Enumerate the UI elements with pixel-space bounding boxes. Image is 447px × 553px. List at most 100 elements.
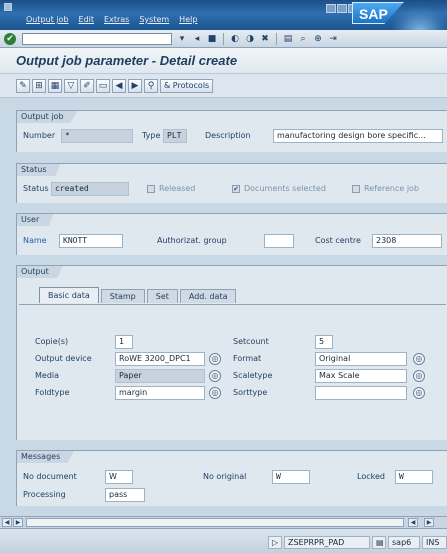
standard-toolbar-icons: ▾ ◂ ■ ◐ ◑ ✖ ▤ ⌕ ⊕ ⇥: [176, 33, 339, 45]
type-label: Type: [142, 131, 161, 140]
menu-bar: Output job Edit Extras System Help: [26, 15, 197, 24]
screen-title-bar: Output job parameter - Detail create: [0, 48, 447, 74]
processing-field[interactable]: pass: [105, 488, 145, 502]
reference-job-label: Reference job: [364, 184, 420, 193]
menu-help[interactable]: Help: [179, 15, 197, 24]
released-checkbox[interactable]: [147, 185, 155, 193]
format-field[interactable]: Original: [315, 352, 407, 366]
filter-icon[interactable]: ▽: [64, 79, 78, 93]
output-device-value-help-icon[interactable]: ◎: [209, 353, 221, 365]
menu-edit[interactable]: Edit: [79, 15, 95, 24]
no-original-label: No original: [203, 472, 247, 481]
system-menu-icon[interactable]: [4, 3, 12, 11]
protocols-button[interactable]: & Protocols: [160, 79, 214, 93]
no-document-label: No document: [23, 472, 77, 481]
released-label: Released: [159, 184, 196, 193]
status-group: Status Status created Released ✔ Documen…: [16, 163, 447, 203]
print-icon[interactable]: ▤: [282, 33, 294, 45]
locked-label: Locked: [357, 472, 385, 481]
command-field[interactable]: [22, 33, 172, 45]
tab-basic-data[interactable]: Basic data: [39, 287, 99, 303]
scaletype-label: Scaletype: [233, 371, 273, 380]
find-icon[interactable]: ⌕: [297, 33, 309, 45]
next-icon[interactable]: ▶: [128, 79, 142, 93]
menu-system[interactable]: System: [139, 15, 169, 24]
status-field[interactable]: created: [51, 182, 129, 196]
type-field[interactable]: PLT: [163, 129, 187, 143]
status-label: Status: [23, 184, 49, 193]
status-group-title: Status: [17, 164, 61, 176]
copies-field[interactable]: 1: [115, 335, 133, 349]
end-marker-icon: ◂: [194, 34, 200, 44]
output-device-field[interactable]: RoWE 3200_DPC1: [115, 352, 205, 366]
scrollbar-track[interactable]: [26, 518, 404, 527]
hierarchy-icon[interactable]: ⊞: [32, 79, 46, 93]
number-field[interactable]: *: [61, 129, 133, 143]
tab-stamp[interactable]: Stamp: [100, 289, 145, 303]
scroll-right-icon[interactable]: ▶: [13, 518, 23, 527]
reference-job-checkbox[interactable]: [352, 185, 360, 193]
scroll-page-left-icon[interactable]: ◀: [408, 518, 418, 527]
tab-add-data[interactable]: Add. data: [179, 289, 237, 303]
print-preview-icon[interactable]: ▭: [96, 79, 110, 93]
horizontal-scrollbar[interactable]: ◀ ▶ ◀ ▶: [0, 516, 447, 528]
ok-icon[interactable]: ✔: [4, 33, 16, 45]
standard-toolbar: ✔ ▾ ◂ ■ ◐ ◑ ✖ ▤ ⌕ ⊕ ⇥: [0, 30, 447, 48]
cost-centre-field[interactable]: 2308: [372, 234, 442, 248]
pencil-icon[interactable]: ✐: [80, 79, 94, 93]
page-title: Output job parameter - Detail create: [16, 53, 238, 68]
save-icon[interactable]: ■: [206, 33, 218, 45]
application-toolbar: ✎ ⊞ ▦ ▽ ✐ ▭ ◀ ▶ ⚲ & Protocols: [0, 74, 447, 98]
find-next-icon[interactable]: ⊕: [312, 33, 324, 45]
media-label: Media: [35, 371, 60, 380]
back-icon[interactable]: ◐: [229, 33, 241, 45]
setcount-label: Setcount: [233, 337, 269, 346]
output-device-label: Output device: [35, 354, 92, 363]
protocols-icon: &: [164, 81, 171, 90]
edit-icon[interactable]: ✎: [16, 79, 30, 93]
search-icon[interactable]: ⚲: [144, 79, 158, 93]
name-field[interactable]: KNOTT: [59, 234, 123, 248]
basic-data-panel: Copie(s) 1 Output device RoWE 3200_DPC1 …: [19, 304, 446, 446]
cost-centre-label: Cost centre: [315, 236, 361, 245]
output-group-title: Output: [17, 266, 63, 278]
setcount-field[interactable]: 5: [315, 335, 333, 349]
scaletype-value-help-icon[interactable]: ◎: [413, 370, 425, 382]
authorizat-group-field[interactable]: [264, 234, 294, 248]
status-expand-icon[interactable]: ▷: [268, 536, 282, 549]
documents-selected-checkbox[interactable]: ✔: [232, 185, 240, 193]
output-group: Output Basic data Stamp Set Add. data Co…: [16, 265, 447, 440]
table-icon[interactable]: ▦: [48, 79, 62, 93]
minimize-icon[interactable]: [326, 4, 336, 13]
tab-set[interactable]: Set: [146, 289, 178, 303]
media-value-help-icon[interactable]: ◎: [209, 370, 221, 382]
no-document-field[interactable]: W: [105, 470, 133, 484]
next-page-icon[interactable]: ⇥: [327, 33, 339, 45]
messages-group-title: Messages: [17, 451, 75, 463]
sorttype-field[interactable]: [315, 386, 407, 400]
scroll-page-right-icon[interactable]: ▶: [424, 518, 434, 527]
menu-extras[interactable]: Extras: [104, 15, 129, 24]
command-dropdown-icon[interactable]: ▾: [176, 33, 188, 45]
menu-output-job[interactable]: Output job: [26, 15, 69, 24]
description-field[interactable]: manufactoring design bore specific...: [273, 129, 443, 143]
foldtype-field[interactable]: margin: [115, 386, 205, 400]
foldtype-label: Foldtype: [35, 388, 70, 397]
foldtype-value-help-icon[interactable]: ◎: [209, 387, 221, 399]
scaletype-field[interactable]: Max Scale: [315, 369, 407, 383]
sorttype-label: Sorttype: [233, 388, 268, 397]
previous-icon[interactable]: ◀: [112, 79, 126, 93]
media-field[interactable]: Paper: [115, 369, 205, 383]
format-value-help-icon[interactable]: ◎: [413, 353, 425, 365]
format-label: Format: [233, 354, 262, 363]
user-group-title: User: [17, 214, 54, 226]
no-original-field[interactable]: W: [272, 470, 310, 484]
messages-group: Messages No document W No original W Loc…: [16, 450, 447, 506]
maximize-icon[interactable]: [337, 4, 347, 13]
exit-icon[interactable]: ◑: [244, 33, 256, 45]
scroll-left-icon[interactable]: ◀: [2, 518, 12, 527]
sorttype-value-help-icon[interactable]: ◎: [413, 387, 425, 399]
cancel-icon[interactable]: ✖: [259, 33, 271, 45]
locked-field[interactable]: W: [395, 470, 433, 484]
status-server-icon[interactable]: ▤: [372, 536, 386, 549]
